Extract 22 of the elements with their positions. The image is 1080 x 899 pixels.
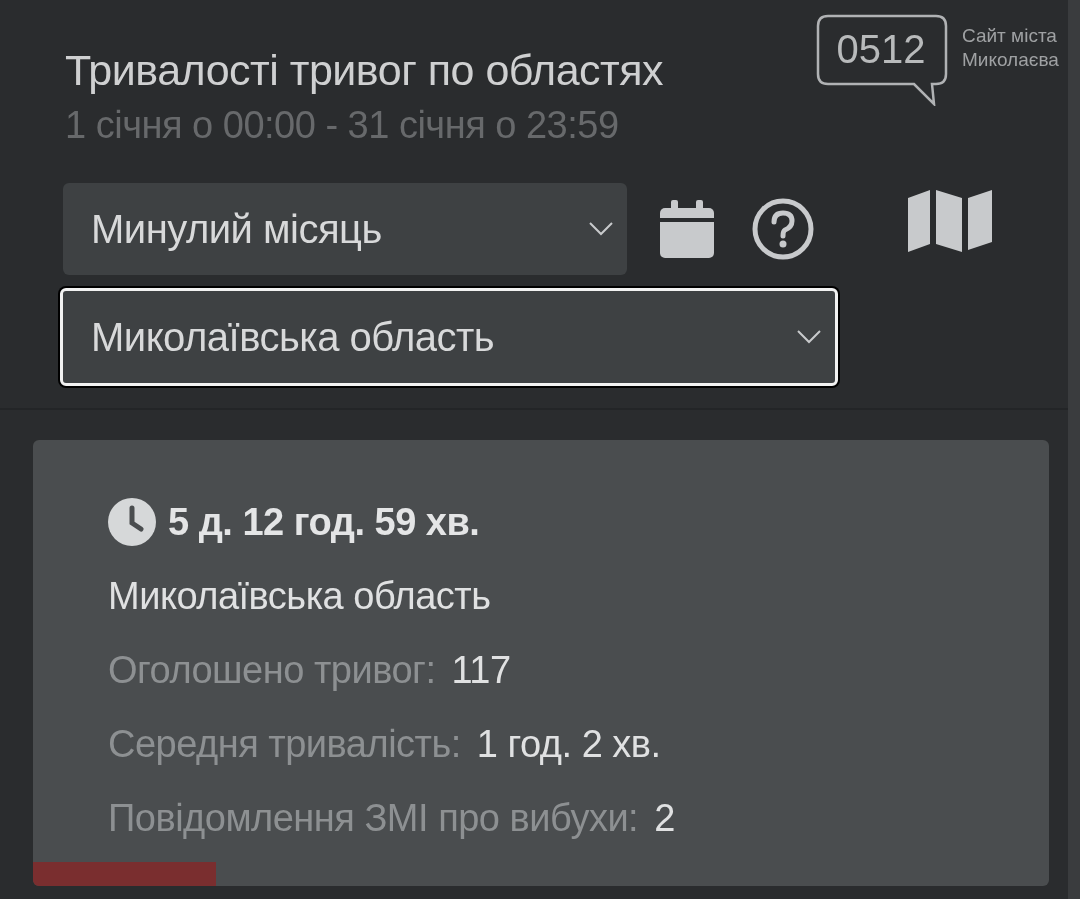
- help-icon[interactable]: [752, 198, 814, 260]
- region-name: Миколаївська область: [108, 574, 492, 619]
- page-title: Тривалості тривог по областях: [65, 45, 664, 96]
- stat-label: Оголошено тривог:: [108, 648, 436, 693]
- calendar-icon[interactable]: [660, 200, 714, 258]
- date-range: 1 січня о 00:00 - 31 січня о 23:59: [65, 103, 619, 148]
- logo-caption: Миколаєва: [962, 48, 1059, 72]
- stat-label: Повідомлення ЗМІ про вибухи:: [108, 796, 639, 841]
- clock-icon: [108, 498, 156, 546]
- stat-value: 2: [654, 796, 675, 841]
- logo-code: 0512: [835, 26, 927, 73]
- chevron-icon: [797, 330, 821, 344]
- chevron-icon: [589, 222, 613, 236]
- logo-bubble[interactable]: 0512: [816, 14, 950, 106]
- dropdown[interactable]: Минулий місяць: [63, 183, 627, 275]
- stat-value: 117: [451, 648, 511, 693]
- dropdown[interactable]: Миколаївська область: [60, 288, 838, 386]
- alarm-duration: 5 д. 12 год. 59 хв.: [168, 499, 480, 545]
- map-icon[interactable]: [908, 188, 992, 252]
- stat-value: 1 год. 2 хв.: [476, 722, 661, 767]
- logo-caption: Сайт міста: [962, 24, 1058, 48]
- stat-label: Середня тривалість:: [108, 722, 461, 767]
